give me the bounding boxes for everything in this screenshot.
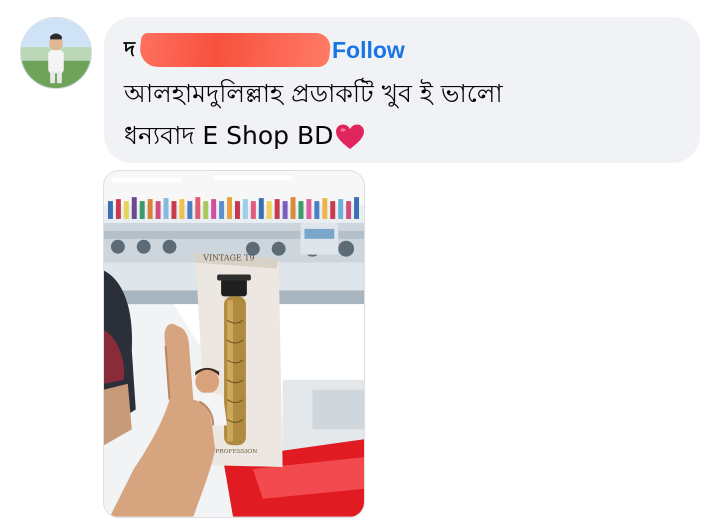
box-brand-text: VINTAGE T9 bbox=[202, 254, 254, 263]
product-photo: VINTAGE T9 PROFESSION bbox=[104, 171, 364, 517]
redaction-mark bbox=[138, 33, 332, 67]
avatar-photo bbox=[21, 18, 91, 88]
commenter-avatar[interactable] bbox=[20, 17, 92, 89]
heart-icon bbox=[336, 124, 365, 149]
attached-photo[interactable]: VINTAGE T9 PROFESSION bbox=[103, 170, 365, 518]
comment-text: আলহামদুলিল্লাহ প্রডাকটি খুব ই ভালো ধন্যব… bbox=[124, 73, 684, 157]
comment-bubble: দ Follow আলহামদুলিল্লাহ প্রডাকটি খুব ই ভ… bbox=[104, 17, 700, 163]
comment-text-content: আলহামদুলিল্লাহ প্রডাকটি খুব ই ভালো ধন্যব… bbox=[124, 79, 503, 150]
author-name[interactable]: দ bbox=[124, 33, 135, 68]
box-subtitle-text: PROFESSION bbox=[215, 448, 257, 455]
follow-button[interactable]: Follow bbox=[332, 33, 405, 67]
